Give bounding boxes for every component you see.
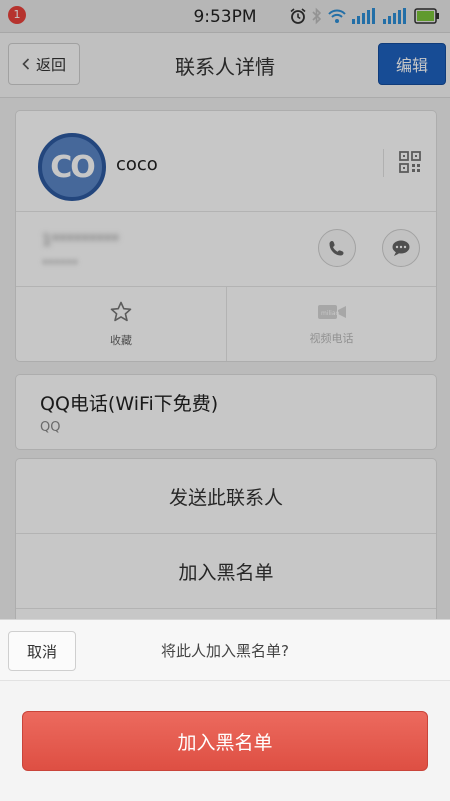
confirm-blacklist-button[interactable]: 加入黑名单 — [22, 711, 428, 771]
blacklist-confirm-sheet: 取消 将此人加入黑名单? 加入黑名单 — [0, 619, 450, 801]
cancel-button[interactable]: 取消 — [8, 631, 76, 671]
sheet-header: 取消 将此人加入黑名单? — [0, 620, 450, 681]
